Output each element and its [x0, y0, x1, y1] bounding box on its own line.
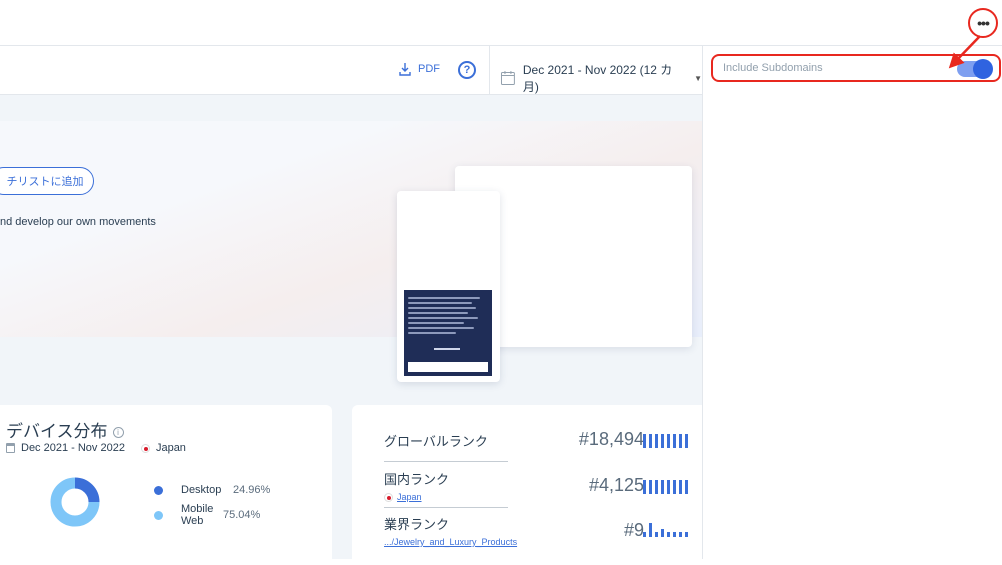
calendar-icon: [6, 443, 15, 453]
card-country: Japan: [155, 442, 186, 454]
card-date: Dec 2021 - Nov 2022: [21, 442, 125, 454]
country-rank-value: #4,125: [588, 475, 644, 495]
category-rank-label: 業界ランク: [384, 517, 450, 532]
global-rank-value: #18,494: [578, 429, 644, 449]
toolbar: PDF ? Dec 2021 - Nov 2022 (12 カ月) ▼: [0, 46, 702, 95]
chevron-down-icon: ▼: [694, 73, 702, 83]
divider: [384, 461, 508, 462]
main-content: チリストに追加 nd develop our own movements デバイ…: [0, 95, 702, 565]
legend-value: 24.96%: [233, 484, 271, 496]
card-meta: Dec 2021 - Nov 2022 Japan: [6, 442, 186, 454]
japan-flag-icon: [140, 443, 150, 453]
help-icon[interactable]: ?: [458, 61, 476, 79]
date-range-selector[interactable]: Dec 2021 - Nov 2022 (12 カ月) ▼: [500, 61, 702, 95]
add-to-list-button[interactable]: チリストに追加: [0, 167, 94, 195]
global-rank-trend: [643, 432, 688, 448]
date-range-label: Dec 2021 - Nov 2022 (12 カ月): [522, 63, 673, 94]
pdf-label: PDF: [418, 63, 440, 75]
country-rank-row: 国内ランク Japan: [384, 469, 449, 502]
country-rank-link[interactable]: Japan: [384, 492, 449, 502]
divider: [384, 507, 508, 508]
legend-item-mobile-web: Mobile Web 75.04%: [154, 503, 270, 527]
card-title: デバイス分布 i: [6, 417, 124, 442]
global-rank-label: グローバルランク: [384, 434, 488, 449]
rank-card: グローバルランク #18,494 国内ランク Japan #4,125 業界ラン…: [352, 405, 702, 565]
legend-dot: [154, 485, 163, 495]
pdf-download-button[interactable]: PDF: [398, 62, 440, 76]
legend-value: 75.04%: [223, 509, 261, 521]
site-overview-hero: チリストに追加 nd develop our own movements: [0, 121, 702, 382]
site-description: nd develop our own movements: [0, 216, 156, 228]
legend-item-desktop: Desktop 24.96%: [154, 484, 270, 496]
cookie-banner-image: [404, 290, 492, 376]
info-icon[interactable]: i: [112, 427, 124, 439]
mobile-screenshot: [397, 191, 500, 382]
calendar-icon: [500, 71, 515, 85]
device-distribution-card: デバイス分布 i Dec 2021 - Nov 2022 Japan Deskto…: [0, 405, 332, 565]
japan-flag-icon: [384, 492, 393, 502]
highlight-arrow: [948, 35, 981, 69]
toolbar-divider: [489, 46, 490, 95]
country-rank-label: 国内ランク: [384, 472, 450, 487]
category-rank-trend: [643, 521, 688, 537]
category-rank-value: #9: [623, 520, 644, 540]
legend-dot: [154, 510, 163, 520]
device-legend: Desktop 24.96% Mobile Web 75.04%: [154, 484, 270, 534]
category-rank-link[interactable]: .../Jewelry_and_Luxury_Products: [384, 537, 517, 547]
country-rank-trend: [643, 478, 688, 494]
legend-label: Desktop: [181, 484, 222, 496]
category-rank-row: 業界ランク .../Jewelry_and_Luxury_Products: [384, 514, 517, 547]
global-rank-row: グローバルランク: [384, 431, 488, 450]
device-donut-chart: [50, 477, 100, 527]
include-subdomains-label: Include Subdomains: [723, 62, 823, 74]
download-icon: [399, 63, 411, 76]
top-bar: •••: [0, 0, 1002, 46]
side-panel: Include Subdomains: [702, 46, 1002, 559]
